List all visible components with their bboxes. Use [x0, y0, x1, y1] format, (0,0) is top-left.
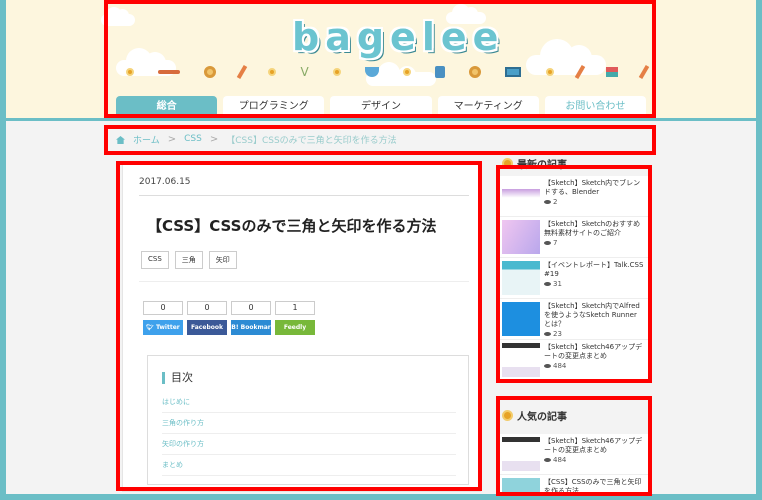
highlight-box — [496, 396, 652, 496]
highlight-box — [116, 161, 482, 491]
header-divider — [6, 118, 756, 121]
highlight-box — [496, 165, 652, 383]
highlight-box — [104, 0, 656, 118]
highlight-box — [104, 125, 656, 155]
